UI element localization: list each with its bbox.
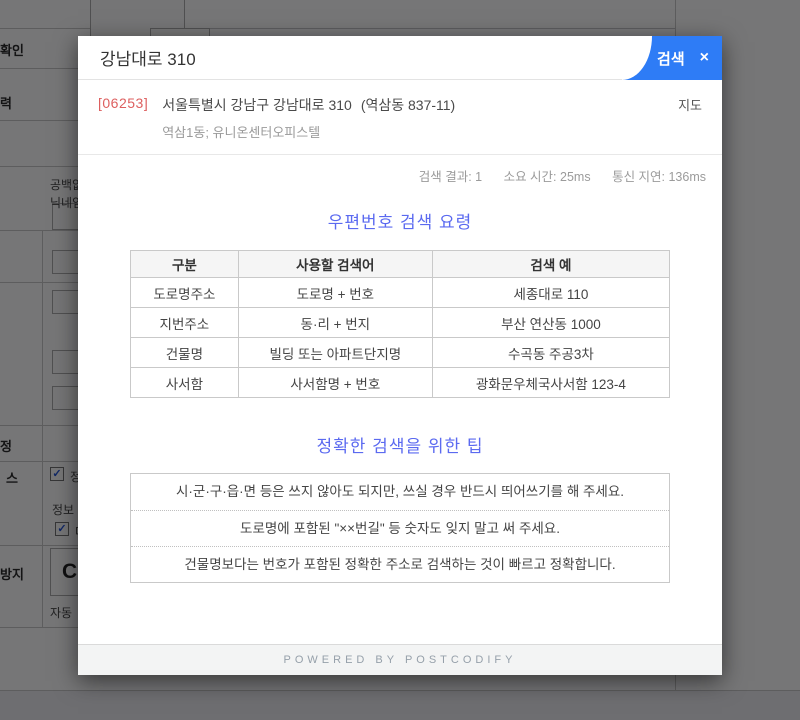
result-jibun: (역삼동 837-11) xyxy=(361,97,455,113)
guide-header-cell: 사용할 검색어 xyxy=(238,251,432,278)
postcode-search-dialog: 검색 × [06253] 서울특별시 강남구 강남대로 310 (역삼동 837-… xyxy=(78,36,722,675)
close-icon[interactable]: × xyxy=(700,49,709,67)
dialog-header: 검색 × xyxy=(78,36,722,80)
guide-cell: 광화문우체국사서함 123-4 xyxy=(432,368,669,398)
table-row: 건물명 빌딩 또는 아파트단지명 수곡동 주공3차 xyxy=(131,338,670,368)
powered-by-footer: POWERED BY POSTCODIFY xyxy=(78,644,722,675)
guide-header-row: 구분 사용할 검색어 검색 예 xyxy=(131,251,670,278)
result-postcode: [06253] xyxy=(98,95,148,111)
guide-cell: 건물명 xyxy=(131,338,239,368)
guide-cell: 동·리 + 번지 xyxy=(238,308,432,338)
screen: 확인 력 공백없 닉네임 정 스 ✓ 정 정보 ✓ 다 방지 C 자동 검색 ×… xyxy=(0,0,800,720)
search-button-area: 검색 × xyxy=(622,36,722,80)
guide-cell: 사서함 xyxy=(131,368,239,398)
tip-item: 시·군·구·읍·면 등은 쓰지 않아도 되지만, 쓰실 경우 반드시 띄어쓰기를… xyxy=(131,474,669,510)
search-input[interactable] xyxy=(100,36,470,79)
guide-cell: 빌딩 또는 아파트단지명 xyxy=(238,338,432,368)
guide-header-cell: 검색 예 xyxy=(432,251,669,278)
guide-header-cell: 구분 xyxy=(131,251,239,278)
guide-cell: 지번주소 xyxy=(131,308,239,338)
result-row[interactable]: [06253] 서울특별시 강남구 강남대로 310 (역삼동 837-11) 역… xyxy=(78,80,722,141)
guide-cell: 세종대로 110 xyxy=(432,278,669,308)
stat-latency: 통신 지연: 136ms xyxy=(612,170,706,184)
table-row: 사서함 사서함명 + 번호 광화문우체국사서함 123-4 xyxy=(131,368,670,398)
tip-item: 도로명에 포함된 "××번길" 등 숫자도 잊지 말고 써 주세요. xyxy=(131,510,669,546)
header-swoosh-shape xyxy=(622,36,652,80)
map-link[interactable]: 지도 xyxy=(666,95,702,114)
search-guide-table: 구분 사용할 검색어 검색 예 도로명주소 도로명 + 번호 세종대로 110 … xyxy=(130,250,670,398)
result-address: 서울특별시 강남구 강남대로 310 xyxy=(162,97,352,113)
guide-cell: 부산 연산동 1000 xyxy=(432,308,669,338)
result-secondary: 역삼1동; 유니온센터오피스텔 xyxy=(162,122,455,141)
stat-time: 소요 시간: 25ms xyxy=(504,170,591,184)
tips-box: 시·군·구·읍·면 등은 쓰지 않아도 되지만, 쓰실 경우 반드시 띄어쓰기를… xyxy=(130,473,670,583)
search-button[interactable]: 검색 xyxy=(657,48,685,69)
guide-cell: 수곡동 주공3차 xyxy=(432,338,669,368)
guide-cell: 도로명주소 xyxy=(131,278,239,308)
table-row: 지번주소 동·리 + 번지 부산 연산동 1000 xyxy=(131,308,670,338)
table-row: 도로명주소 도로명 + 번호 세종대로 110 xyxy=(131,278,670,308)
guide-cell: 사서함명 + 번호 xyxy=(238,368,432,398)
result-address-block: 서울특별시 강남구 강남대로 310 (역삼동 837-11) 역삼1동; 유니온… xyxy=(162,95,455,141)
tip-item: 건물명보다는 번호가 포함된 정확한 주소로 검색하는 것이 빠르고 정확합니다… xyxy=(131,546,669,582)
guide-cell: 도로명 + 번호 xyxy=(238,278,432,308)
guide-title: 우편번호 검색 요령 xyxy=(78,208,722,233)
search-stats: 검색 결과: 1 소요 시간: 25ms 통신 지연: 136ms xyxy=(78,155,722,185)
tips-title: 정확한 검색을 위한 팁 xyxy=(78,432,722,457)
stat-results: 검색 결과: 1 xyxy=(419,170,482,184)
